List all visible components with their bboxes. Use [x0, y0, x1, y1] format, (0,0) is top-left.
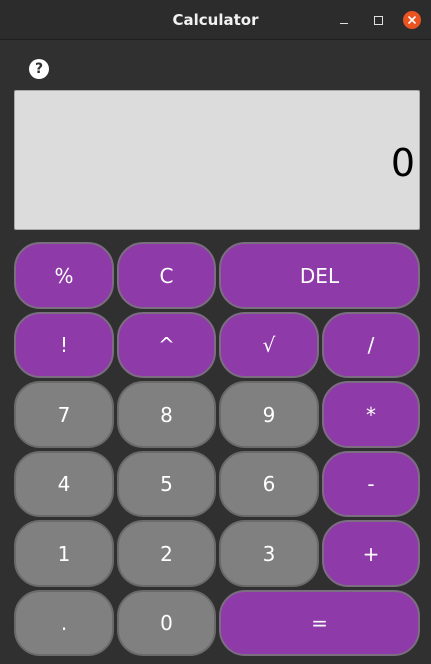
- maximize-button[interactable]: [368, 10, 388, 30]
- maximize-icon: [373, 15, 383, 25]
- result-display: 0: [14, 90, 420, 230]
- digit-4-button[interactable]: 4: [14, 451, 114, 517]
- power-button[interactable]: ^: [117, 312, 216, 378]
- delete-button[interactable]: DEL: [219, 242, 420, 309]
- digit-5-button[interactable]: 5: [117, 451, 216, 517]
- digit-2-button[interactable]: 2: [117, 520, 216, 587]
- minimize-icon: [340, 23, 348, 24]
- percent-button[interactable]: %: [14, 242, 114, 309]
- digit-9-button[interactable]: 9: [219, 381, 319, 448]
- digit-7-button[interactable]: 7: [14, 381, 114, 448]
- minus-button[interactable]: -: [322, 451, 420, 517]
- digit-0-button[interactable]: 0: [117, 590, 216, 656]
- plus-button[interactable]: +: [322, 520, 420, 587]
- calculator-window: Calculator ? 0 % C DEL ! ^ √ / 7 8 9 * 4…: [0, 0, 431, 664]
- digit-1-button[interactable]: 1: [14, 520, 114, 587]
- digit-3-button[interactable]: 3: [219, 520, 319, 587]
- window-title: Calculator: [172, 11, 259, 29]
- digit-6-button[interactable]: 6: [219, 451, 319, 517]
- divide-button[interactable]: /: [322, 312, 420, 378]
- clear-button[interactable]: C: [117, 242, 216, 309]
- equals-button[interactable]: =: [219, 590, 420, 656]
- factorial-button[interactable]: !: [14, 312, 114, 378]
- help-icon[interactable]: ?: [29, 59, 49, 79]
- digit-8-button[interactable]: 8: [117, 381, 216, 448]
- decimal-button[interactable]: .: [14, 590, 114, 656]
- title-bar: Calculator: [0, 0, 431, 40]
- close-button[interactable]: [402, 10, 422, 30]
- minimize-button[interactable]: [334, 10, 354, 30]
- help-label: ?: [34, 61, 44, 77]
- display-value: 0: [390, 141, 415, 185]
- close-icon: [403, 11, 421, 29]
- sqrt-button[interactable]: √: [219, 312, 319, 378]
- multiply-button[interactable]: *: [322, 381, 420, 448]
